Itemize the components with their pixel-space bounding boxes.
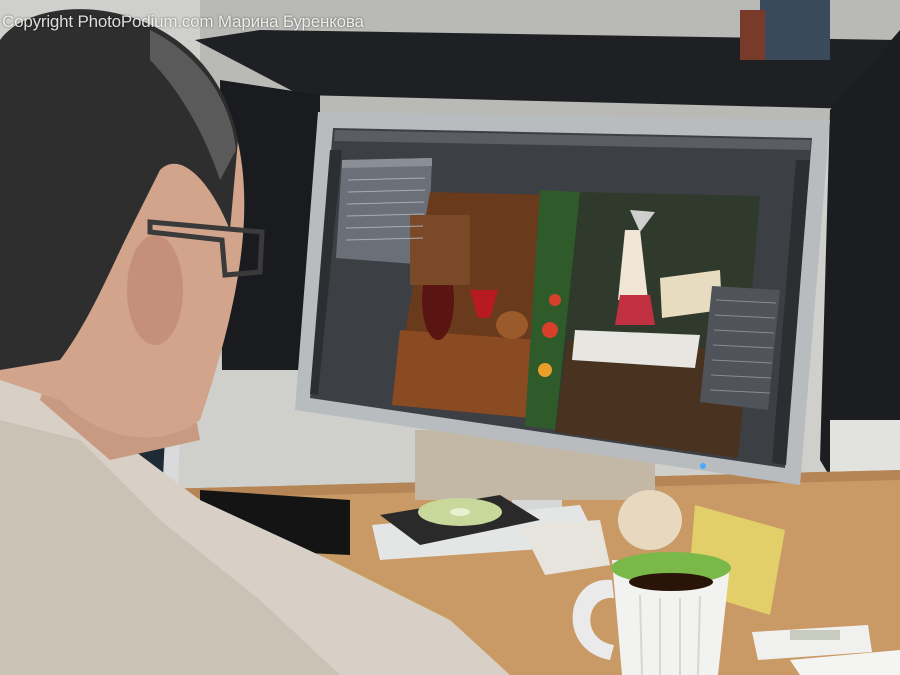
copyright-watermark: Copyright PhotoPodium.com Марина Буренко… (2, 12, 364, 31)
shelf-item (760, 0, 830, 60)
photo-scene (0, 0, 900, 675)
cd-disc-center (450, 508, 470, 516)
flower (542, 322, 558, 338)
power-led (700, 463, 706, 469)
person-ear (127, 235, 183, 345)
flower (549, 294, 561, 306)
crate (410, 215, 470, 285)
puppet-shirt (615, 295, 655, 325)
remote-display (790, 630, 840, 640)
shelf-item (740, 10, 765, 60)
coconut (496, 311, 528, 339)
flower (538, 363, 552, 377)
pastry (618, 490, 682, 550)
still-life-table (392, 330, 538, 418)
coffee (629, 573, 713, 591)
